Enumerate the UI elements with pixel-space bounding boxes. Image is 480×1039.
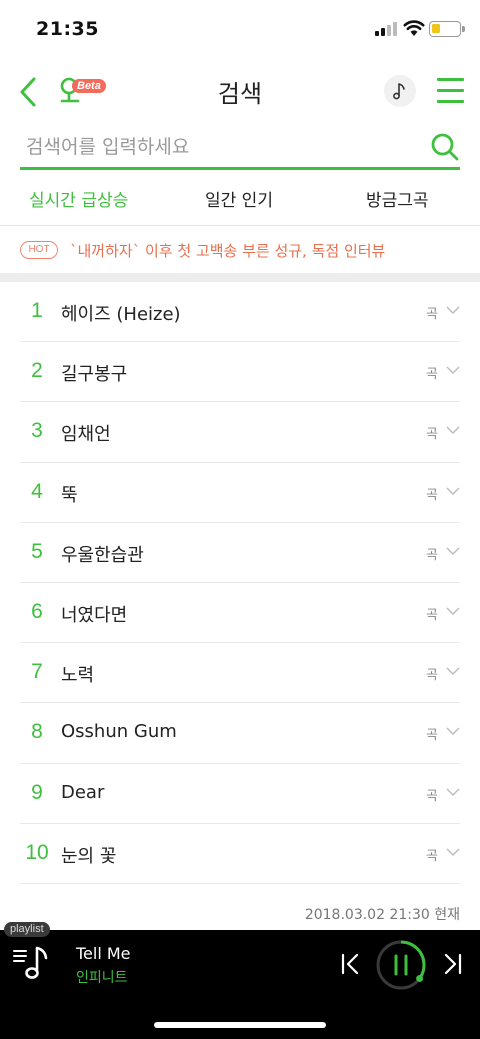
ranking-tabs: 실시간 급상승 일간 인기 방금그곡 <box>0 174 480 226</box>
rank-number: 3 <box>31 419 43 443</box>
search-input[interactable] <box>26 132 406 162</box>
rank-number: 10 <box>25 840 49 864</box>
chevron-down-icon[interactable] <box>446 605 460 617</box>
rank-number: 5 <box>31 539 43 563</box>
playback-progress-dot <box>416 975 424 983</box>
chevron-down-icon[interactable] <box>446 786 460 798</box>
status-bar: 21:35 <box>0 0 480 60</box>
playlist-tab[interactable]: playlist <box>4 922 50 937</box>
next-track-icon[interactable] <box>441 952 465 976</box>
hot-news-text: `내꺼하자` 이후 첫 고백송 부른 성규, 독점 인터뷰 <box>70 242 386 260</box>
search-bar <box>20 126 460 170</box>
keyword-type: 곡 <box>426 668 438 684</box>
chevron-down-icon[interactable] <box>446 304 460 316</box>
search-icon[interactable] <box>430 132 460 162</box>
rank-number: 4 <box>31 479 43 503</box>
keyword-label: 너였다면 <box>61 604 128 626</box>
keyword-type: 곡 <box>426 307 438 322</box>
previous-track-icon[interactable] <box>338 952 362 976</box>
keyword-type: 곡 <box>426 607 438 623</box>
list-item[interactable]: 1 헤이즈 (Heize) 곡 <box>20 282 460 343</box>
now-playing-title: Tell Me <box>76 944 131 963</box>
mini-player[interactable]: playlist Tell Me 인피니트 <box>0 922 480 1039</box>
keyword-label: 우울한습관 <box>61 544 144 566</box>
now-playing-artist: 인피니트 <box>76 970 128 986</box>
rank-number: 7 <box>31 660 43 684</box>
chevron-down-icon[interactable] <box>446 364 460 376</box>
keyword-type: 곡 <box>426 848 438 864</box>
chevron-down-icon[interactable] <box>446 665 460 677</box>
rank-number: 2 <box>31 359 43 383</box>
section-divider <box>0 273 480 282</box>
keyword-type: 곡 <box>426 427 438 443</box>
tab-daily-popular[interactable]: 일간 인기 <box>205 186 273 211</box>
rank-number: 1 <box>31 299 43 322</box>
chevron-down-icon[interactable] <box>446 485 460 497</box>
rank-number: 8 <box>31 720 43 744</box>
list-item[interactable]: 9 Dear 곡 <box>20 764 460 824</box>
rank-number: 9 <box>31 780 43 804</box>
chevron-down-icon[interactable] <box>446 424 460 436</box>
keyword-type: 곡 <box>426 728 438 744</box>
search-ranking-list: 1 헤이즈 (Heize) 곡 2 길구봉구 곡 3 임채언 곡 4 뚝 곡 5… <box>20 282 460 884</box>
keyword-type: 곡 <box>426 788 438 804</box>
tab-just-that-song[interactable]: 방금그곡 <box>366 186 429 211</box>
list-item[interactable]: 5 우울한습관 곡 <box>20 523 460 583</box>
keyword-label: 뚝 <box>61 484 78 506</box>
menu-button[interactable] <box>437 78 464 104</box>
music-note-icon <box>393 83 405 100</box>
keyword-label: Osshun Gum <box>61 721 177 743</box>
keyword-type: 곡 <box>426 367 438 383</box>
keyword-type: 곡 <box>426 547 438 563</box>
tab-realtime-rising[interactable]: 실시간 급상승 <box>29 186 128 211</box>
list-item[interactable]: 2 길구봉구 곡 <box>20 342 460 403</box>
chevron-down-icon[interactable] <box>446 846 460 858</box>
keyword-label: 길구봉구 <box>61 364 128 386</box>
updated-timestamp: 2018.03.02 21:30 현재 <box>304 907 460 923</box>
hot-news-banner[interactable]: HOT `내꺼하자` 이후 첫 고백송 부른 성규, 독점 인터뷰 <box>0 227 480 273</box>
home-indicator[interactable] <box>154 1022 326 1028</box>
chevron-down-icon[interactable] <box>446 545 460 557</box>
keyword-label: Dear <box>61 781 105 803</box>
cellular-signal-icon <box>375 22 399 36</box>
list-item[interactable]: 6 너였다면 곡 <box>20 583 460 644</box>
list-item[interactable]: 8 Osshun Gum 곡 <box>20 703 460 764</box>
list-item[interactable]: 7 노력 곡 <box>20 643 460 704</box>
battery-icon <box>429 21 465 37</box>
header: Beta 검색 <box>0 60 480 122</box>
hot-badge: HOT <box>20 241 58 259</box>
rank-number: 6 <box>31 599 43 623</box>
keyword-label: 눈의 꽃 <box>61 845 117 867</box>
pause-button[interactable] <box>375 939 427 991</box>
chevron-down-icon[interactable] <box>446 725 460 737</box>
keyword-label: 헤이즈 (Heize) <box>61 304 181 325</box>
keyword-label: 임채언 <box>61 424 111 446</box>
keyword-label: 노력 <box>61 665 95 687</box>
wifi-icon <box>403 20 425 36</box>
status-time: 21:35 <box>36 18 99 40</box>
music-recognition-button[interactable] <box>384 75 416 107</box>
playlist-icon[interactable] <box>12 944 52 984</box>
list-item[interactable]: 3 임채언 곡 <box>20 402 460 463</box>
list-item[interactable]: 4 뚝 곡 <box>20 463 460 523</box>
keyword-type: 곡 <box>426 487 438 503</box>
list-item[interactable]: 10 눈의 꽃 곡 <box>20 824 460 884</box>
